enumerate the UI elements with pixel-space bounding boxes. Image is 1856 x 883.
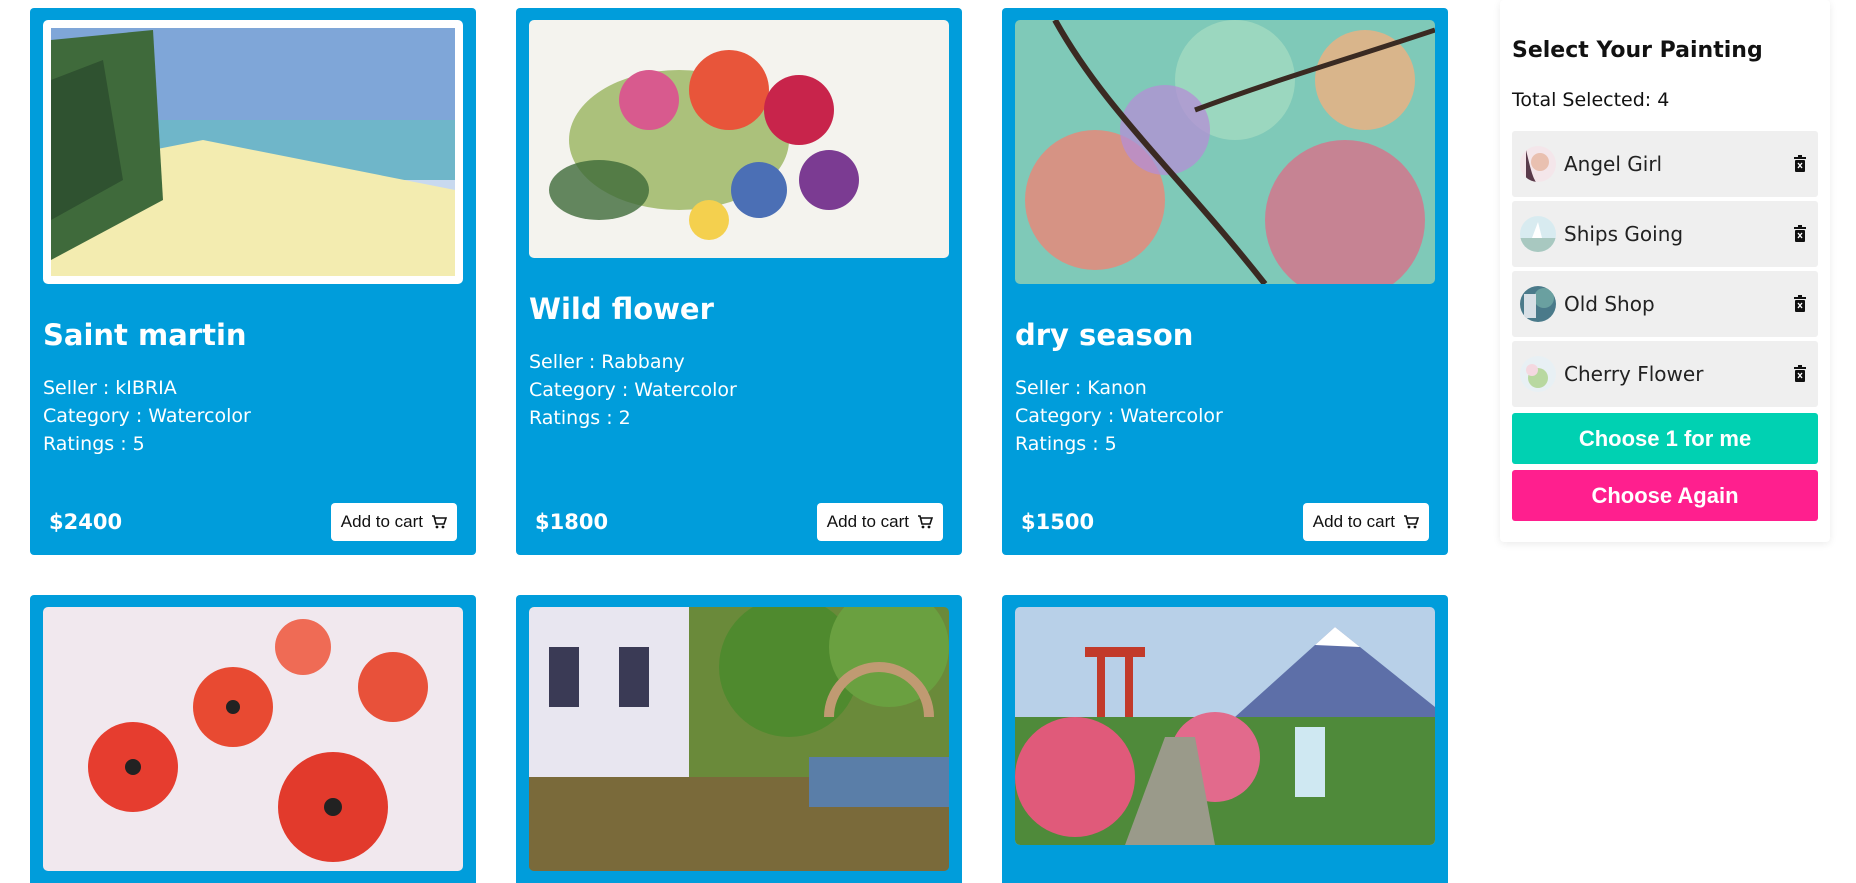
- painting-title: Saint martin: [43, 318, 247, 352]
- choose-again-button[interactable]: Choose Again: [1512, 470, 1818, 521]
- painting-card-saint-martin: Saint martin Seller : kIBRIA Category : …: [30, 8, 476, 555]
- avatar: [1520, 146, 1556, 182]
- painting-image-beach: [43, 20, 463, 284]
- cart-icon: [432, 515, 447, 529]
- add-to-cart-button[interactable]: Add to cart: [330, 503, 457, 541]
- painting-image-canal: [529, 607, 949, 871]
- add-to-cart-label: Add to cart: [1312, 512, 1395, 531]
- painting-ratings: Ratings : 5: [43, 433, 145, 455]
- painting-image-mountain-garden: [1015, 607, 1435, 845]
- painting-title: Wild flower: [529, 292, 714, 326]
- painting-image-flowers: [529, 20, 949, 258]
- painting-seller: Seller : Kanon: [1015, 377, 1147, 399]
- selected-item: Old Shop: [1512, 271, 1818, 337]
- selected-item: Angel Girl: [1512, 131, 1818, 197]
- add-to-cart-label: Add to cart: [826, 512, 909, 531]
- trash-icon[interactable]: [1792, 295, 1808, 313]
- add-to-cart-button[interactable]: Add to cart: [816, 503, 943, 541]
- painting-price: $1500: [1021, 510, 1095, 534]
- cart-icon: [1404, 515, 1419, 529]
- avatar: [1520, 286, 1556, 322]
- panel-title: Select Your Painting: [1512, 38, 1763, 63]
- card-footer: $2400 Add to cart: [43, 503, 463, 541]
- selected-item-name: Cherry Flower: [1564, 362, 1704, 386]
- painting-card-wild-flower: Wild flower Seller : Rabbany Category : …: [516, 8, 962, 555]
- painting-meta: Seller : Kanon Category : Watercolor Rat…: [1015, 374, 1435, 458]
- painting-card-poppies: [30, 595, 476, 883]
- trash-icon[interactable]: [1792, 225, 1808, 243]
- painting-price: $2400: [49, 510, 123, 534]
- painting-meta: Seller : Rabbany Category : Watercolor R…: [529, 348, 949, 432]
- trash-icon[interactable]: [1792, 365, 1808, 383]
- add-to-cart-button[interactable]: Add to cart: [1302, 503, 1429, 541]
- painting-image-poppies: [43, 607, 463, 871]
- trash-icon[interactable]: [1792, 155, 1808, 173]
- painting-grid: Saint martin Seller : kIBRIA Category : …: [30, 8, 1448, 883]
- cart-icon: [918, 515, 933, 529]
- painting-price: $1800: [535, 510, 609, 534]
- painting-card-mountain: [1002, 595, 1448, 883]
- painting-ratings: Ratings : 5: [1015, 433, 1117, 455]
- painting-title: dry season: [1015, 318, 1194, 352]
- avatar: [1520, 216, 1556, 252]
- avatar: [1520, 356, 1556, 392]
- painting-category: Category : Watercolor: [1015, 405, 1223, 427]
- painting-category: Category : Watercolor: [43, 405, 251, 427]
- add-to-cart-label: Add to cart: [340, 512, 423, 531]
- selected-item-name: Ships Going: [1564, 222, 1684, 246]
- total-selected: Total Selected: 4: [1512, 89, 1670, 111]
- painting-ratings: Ratings : 2: [529, 407, 631, 429]
- painting-card-dry-season: dry season Seller : Kanon Category : Wat…: [1002, 8, 1448, 555]
- selected-item: Cherry Flower: [1512, 341, 1818, 407]
- selected-item: Ships Going: [1512, 201, 1818, 267]
- painting-meta: Seller : kIBRIA Category : Watercolor Ra…: [43, 374, 463, 458]
- card-footer: $1800 Add to cart: [529, 503, 949, 541]
- painting-category: Category : Watercolor: [529, 379, 737, 401]
- painting-image-autumn-tree: [1015, 20, 1435, 284]
- painting-card-canal: [516, 595, 962, 883]
- selected-item-name: Angel Girl: [1564, 152, 1663, 176]
- painting-seller: Seller : kIBRIA: [43, 377, 177, 399]
- painting-seller: Seller : Rabbany: [529, 351, 685, 373]
- choose-one-button[interactable]: Choose 1 for me: [1512, 413, 1818, 464]
- card-footer: $1500 Add to cart: [1015, 503, 1435, 541]
- selected-item-name: Old Shop: [1564, 292, 1655, 316]
- selection-panel: Select Your Painting Total Selected: 4 A…: [1500, 0, 1830, 542]
